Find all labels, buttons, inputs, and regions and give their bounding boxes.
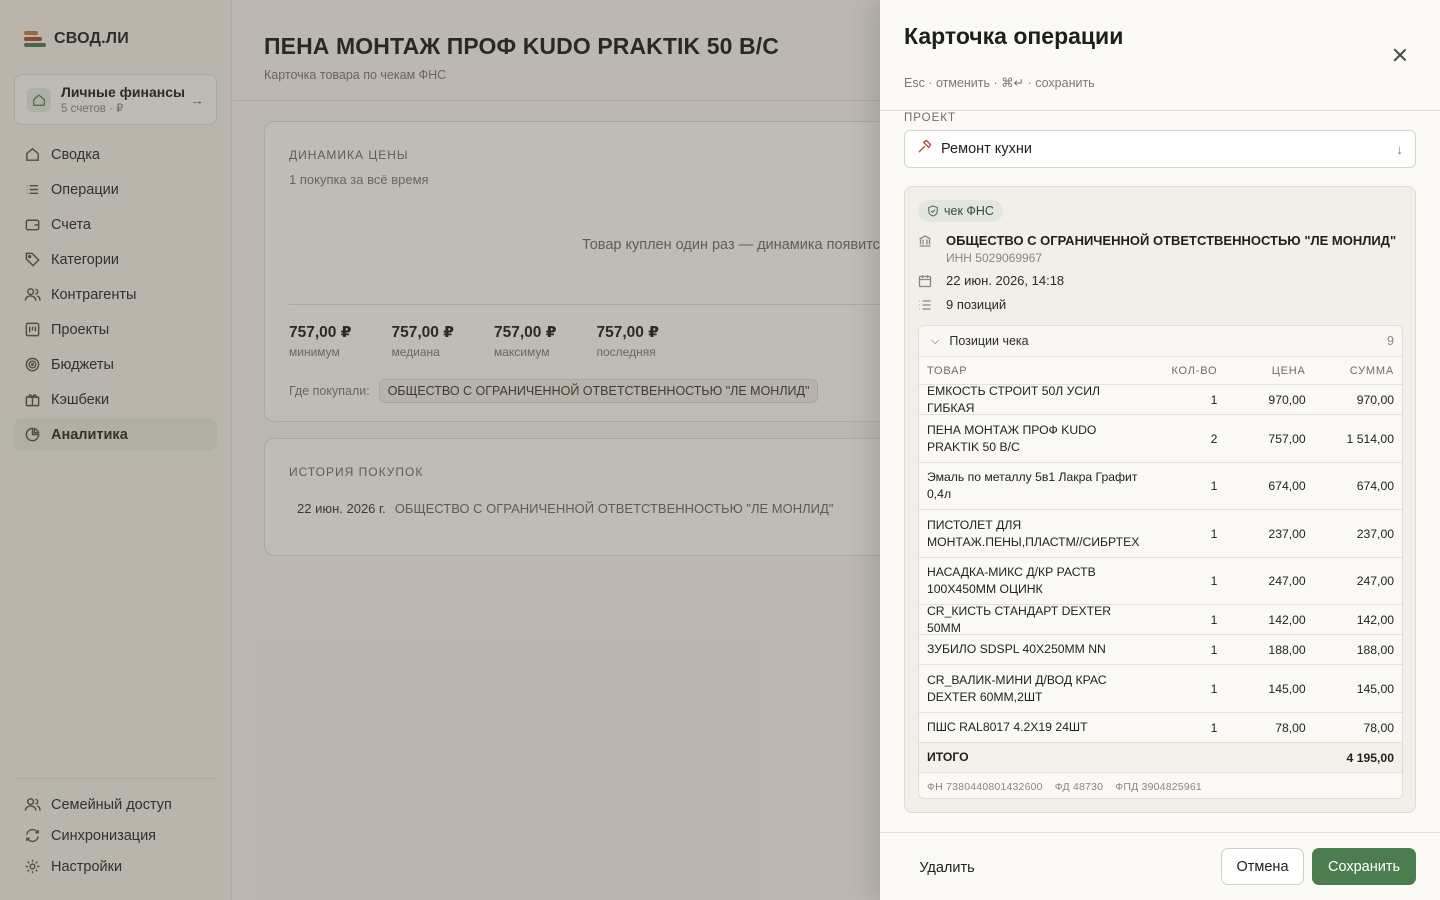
table-row[interactable]: ПЕНА МОНТАЖ ПРОФ KUDO PRAKTIK 50 В/С 2 7…	[919, 415, 1402, 463]
fiscal-fd: ФД 48730	[1054, 781, 1104, 793]
item-qty: 2	[1210, 431, 1218, 446]
item-name: ПИСТОЛЕТ ДЛЯ МОНТАЖ.ПЕНЫ,ПЛАСТМ//СИБРТЕХ	[927, 517, 1140, 549]
hammer-icon	[917, 139, 932, 159]
list-icon	[918, 298, 932, 312]
item-name: Эмаль по металлу 5в1 Лакра Графит 0,4л	[927, 470, 1138, 501]
total-row: ИТОГО 4 195,00	[919, 743, 1402, 773]
divider	[880, 110, 1440, 111]
item-sum: 247,00	[1356, 574, 1394, 588]
item-name: CR_ВАЛИК-МИНИ Д/ВОД КРАС DEXTER 60ММ,2ШТ	[927, 672, 1107, 704]
table-row[interactable]: НАСАДКА-МИКС Д/КР РАСТВ 100Х450ММ ОЦИНК …	[919, 558, 1402, 605]
item-qty: 1	[1210, 612, 1218, 627]
item-price: 237,00	[1268, 526, 1306, 541]
item-name: CR_КИСТЬ СТАНДАРТ DEXTER 50ММ	[927, 603, 1112, 635]
column-name: ТОВАР	[927, 364, 968, 377]
item-sum: 78,00	[1363, 720, 1395, 735]
cancel-button[interactable]: Отмена	[1221, 848, 1304, 885]
receipt-block: чек ФНС ОБЩЕСТВО С ОГРАНИЧЕННОЙ ОТВЕТСТВ…	[904, 186, 1416, 813]
item-name: НАСАДКА-МИКС Д/КР РАСТВ 100Х450ММ ОЦИНК	[927, 565, 1096, 596]
item-price: 247,00	[1268, 574, 1306, 588]
shield-check-icon	[928, 205, 938, 217]
item-sum: 142,00	[1356, 612, 1394, 627]
item-qty: 1	[1210, 720, 1218, 735]
item-price: 674,00	[1268, 479, 1306, 493]
operation-card-panel: Карточка операции Esc · отменить · ⌘↵ · …	[880, 0, 1440, 900]
item-sum: 188,00	[1356, 642, 1394, 657]
close-icon[interactable]	[1391, 46, 1409, 64]
item-price: 78,00	[1275, 720, 1306, 735]
project-value: Ремонт кухни	[941, 141, 1032, 157]
panel-title: Карточка операции	[904, 23, 1124, 49]
datetime-row: 22 июн. 2026, 14:18	[918, 273, 1064, 288]
item-qty: 1	[1210, 574, 1218, 588]
project-select[interactable]: Ремонт кухни ↓	[904, 130, 1416, 168]
receipt-items-count: 9	[1387, 334, 1394, 348]
bank-icon	[918, 234, 932, 248]
project-label: ПРОЕКТ	[904, 112, 957, 124]
item-qty: 1	[1210, 642, 1218, 657]
badge-label: чек ФНС	[944, 204, 994, 218]
positions-row: 9 позиций	[918, 297, 1006, 312]
item-qty: 1	[1210, 526, 1218, 541]
item-sum: 1 514,00	[1346, 431, 1394, 446]
item-qty: 1	[1210, 681, 1218, 696]
item-name: ПЕНА МОНТАЖ ПРОФ KUDO PRAKTIK 50 В/С	[927, 422, 1097, 454]
item-qty: 1	[1210, 392, 1218, 407]
chevron-down-icon: ⌵	[931, 334, 940, 347]
item-price: 188,00	[1268, 642, 1306, 657]
column-sum: СУММА	[1349, 364, 1394, 377]
seller-name: ОБЩЕСТВО С ОГРАНИЧЕННОЙ ОТВЕТСТВЕННОСТЬЮ…	[946, 233, 1397, 248]
receipt-datetime: 22 июн. 2026, 14:18	[946, 273, 1065, 288]
positions-count: 9 позиций	[946, 297, 1007, 312]
item-sum: 145,00	[1356, 681, 1394, 696]
table-row[interactable]: Эмаль по металлу 5в1 Лакра Графит 0,4л 1…	[919, 463, 1402, 510]
item-name: ПШС RAL8017 4.2X19 24ШТ	[927, 720, 1088, 734]
item-price: 142,00	[1268, 612, 1306, 627]
table-row[interactable]: ПИСТОЛЕТ ДЛЯ МОНТАЖ.ПЕНЫ,ПЛАСТМ//СИБРТЕХ…	[919, 510, 1402, 558]
total-value: 4 195,00	[1346, 750, 1394, 765]
item-price: 757,00	[1268, 431, 1306, 446]
item-name: ЗУБИЛО SDSPL 40X250MM NN	[927, 642, 1106, 656]
item-qty: 1	[1210, 479, 1218, 493]
keyboard-hint: Esc · отменить · ⌘↵ · сохранить	[904, 76, 1095, 90]
table-row[interactable]: ЕМКОСТЬ СТРОИТ 50Л УСИЛ ГИБКАЯ 1 970,00 …	[919, 383, 1402, 415]
calendar-icon	[918, 274, 932, 288]
delete-button[interactable]: Удалить	[904, 849, 990, 886]
fiscal-fn: ФН 7380440801432600	[927, 781, 1043, 793]
table-row[interactable]: CR_КИСТЬ СТАНДАРТ DEXTER 50ММ 1 142,00 1…	[919, 603, 1402, 635]
divider	[880, 832, 1440, 833]
total-label: ИТОГО	[927, 750, 969, 764]
column-qty: КОЛ-ВО	[1171, 364, 1218, 377]
receipt-items-title: Позиции чека	[949, 334, 1029, 348]
receipt-items-toggle[interactable]: ⌵ Позиции чека 9	[919, 326, 1402, 357]
fiscal-fpd: ФПД 3904825961	[1115, 781, 1202, 793]
receipt-items-table: ⌵ Позиции чека 9 ТОВАР КОЛ-ВО ЦЕНА СУММА…	[918, 325, 1403, 799]
item-sum: 237,00	[1356, 526, 1394, 541]
table-row[interactable]: ЗУБИЛО SDSPL 40X250MM NN 1 188,00 188,00	[919, 635, 1402, 665]
table-row[interactable]: ПШС RAL8017 4.2X19 24ШТ 1 78,00 78,00	[919, 713, 1402, 743]
save-button[interactable]: Сохранить	[1312, 848, 1416, 885]
seller-row: ОБЩЕСТВО С ОГРАНИЧЕННОЙ ОТВЕТСТВЕННОСТЬЮ…	[918, 233, 1396, 265]
table-row[interactable]: CR_ВАЛИК-МИНИ Д/ВОД КРАС DEXTER 60ММ,2ШТ…	[919, 665, 1402, 713]
item-sum: 674,00	[1356, 479, 1394, 493]
item-price: 145,00	[1268, 681, 1306, 696]
item-sum: 970,00	[1356, 392, 1394, 407]
column-price: ЦЕНА	[1271, 364, 1306, 377]
item-price: 970,00	[1268, 392, 1306, 407]
chevron-down-icon: ↓	[1396, 141, 1404, 157]
table-header: ТОВАР КОЛ-ВО ЦЕНА СУММА	[919, 357, 1402, 385]
fiscal-info: ФН 7380440801432600 ФД 48730 ФПД 3904825…	[919, 773, 1402, 798]
item-name: ЕМКОСТЬ СТРОИТ 50Л УСИЛ ГИБКАЯ	[927, 383, 1100, 415]
seller-inn: ИНН 5029069967	[946, 251, 1043, 265]
fns-receipt-badge: чек ФНС	[918, 200, 1003, 222]
